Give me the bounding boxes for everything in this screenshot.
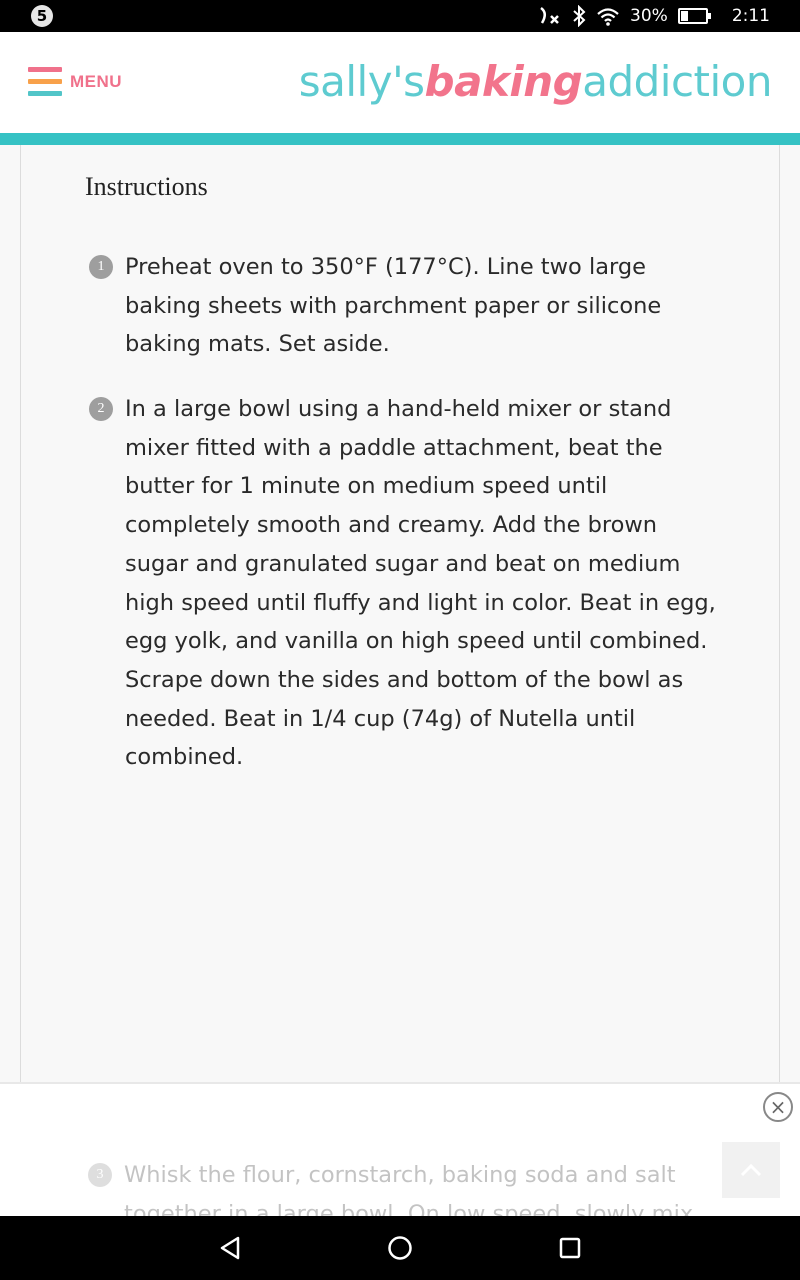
step-number-badge: 2 [89, 397, 113, 421]
step-number-badge: 3 [88, 1163, 112, 1187]
step-number-badge: 1 [89, 255, 113, 279]
wifi-icon [596, 6, 620, 26]
instructions-card: Instructions 1 Preheat oven to 350°F (17… [20, 145, 780, 1082]
header-accent-bar [0, 133, 800, 145]
no-signal-icon [538, 5, 562, 27]
logo-sallys: sally's [298, 57, 425, 106]
recents-button[interactable] [550, 1228, 590, 1268]
battery-percent: 30% [630, 6, 668, 26]
home-button[interactable] [380, 1228, 420, 1268]
close-ad-button[interactable]: × [763, 1092, 793, 1122]
system-nav-bar [0, 1216, 800, 1280]
site-logo[interactable]: sally'sbakingaddiction [298, 54, 773, 110]
instruction-step: 1 Preheat oven to 350°F (177°C). Line tw… [89, 248, 729, 368]
hamburger-menu-icon [28, 65, 62, 99]
chevron-up-icon [740, 1163, 762, 1177]
menu-button[interactable]: MENU [28, 65, 122, 99]
status-bar: 5 30% 2:11 [0, 0, 800, 32]
step-text: Preheat oven to 350°F (177°C). Line two … [125, 254, 662, 358]
logo-addiction: addiction [582, 57, 772, 106]
notification-count-badge: 5 [31, 5, 53, 27]
logo-baking: baking [424, 57, 583, 106]
battery-icon [677, 8, 711, 24]
close-icon: × [769, 1095, 787, 1119]
status-icons: 30% 2:11 [538, 0, 770, 32]
battery-level [680, 11, 688, 21]
scroll-to-top-button[interactable] [722, 1142, 780, 1198]
instruction-step: 2 In a large bowl using a hand-held mixe… [89, 390, 729, 780]
ad-overlay: 3 Whisk the flour, cornstarch, baking so… [0, 1082, 800, 1216]
recents-icon [559, 1237, 581, 1259]
back-button[interactable] [210, 1228, 250, 1268]
instructions-heading: Instructions [85, 172, 208, 201]
back-icon [220, 1236, 240, 1260]
menu-label: MENU [70, 72, 123, 91]
home-icon [388, 1236, 412, 1260]
clock: 2:11 [731, 6, 770, 26]
site-header: MENU sally'sbakingaddiction [0, 32, 800, 133]
bluetooth-icon [572, 5, 586, 27]
step-text: Whisk the flour, cornstarch, baking soda… [124, 1162, 694, 1216]
step-text: In a large bowl using a hand-held mixer … [125, 396, 716, 771]
